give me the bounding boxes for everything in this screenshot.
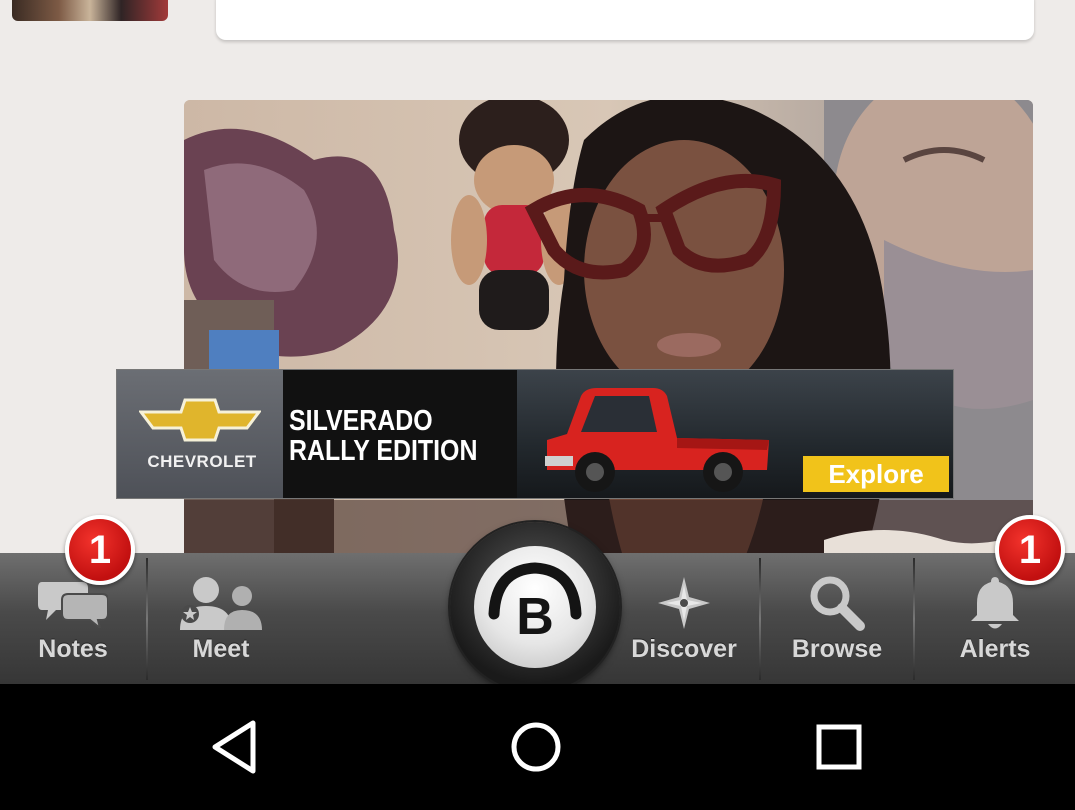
people-icon	[178, 575, 264, 631]
ad-headline: SILVERADO RALLY EDITION	[289, 406, 477, 466]
home-circle-icon[interactable]	[508, 718, 564, 776]
tab-alerts-label: Alerts	[959, 635, 1031, 663]
tab-discover[interactable]: Discover	[610, 553, 758, 684]
ad-headline-line1: SILVERADO	[289, 405, 433, 437]
chevrolet-ad-banner[interactable]: CHEVROLET SILVERADO RALLY EDITION Explor…	[116, 369, 954, 499]
tab-meet[interactable]: Meet	[148, 553, 294, 684]
compass-star-icon	[656, 575, 712, 631]
search-icon	[808, 575, 866, 631]
app-logo-glyph: B	[516, 588, 554, 646]
user-avatar[interactable]	[12, 0, 168, 21]
ad-explore-button[interactable]: Explore	[803, 456, 949, 492]
ad-brand-panel: CHEVROLET	[117, 370, 283, 498]
bell-icon	[969, 575, 1021, 631]
tab-discover-label: Discover	[631, 635, 737, 663]
tab-meet-label: Meet	[192, 635, 250, 663]
app-home-button[interactable]: B	[450, 522, 620, 692]
back-icon[interactable]	[207, 718, 263, 776]
system-navigation-bar	[0, 684, 1075, 810]
ad-brand-text: CHEVROLET	[147, 452, 257, 471]
post-card[interactable]	[216, 0, 1034, 40]
alerts-notification-badge: 1	[995, 515, 1065, 585]
red-pickup-truck-image	[545, 388, 769, 492]
tab-browse-label: Browse	[791, 635, 883, 663]
notes-notification-badge: 1	[65, 515, 135, 585]
app-logo-icon: B	[474, 546, 596, 668]
ad-headline-line2: RALLY EDITION	[289, 435, 478, 467]
tab-notes-label: Notes	[38, 635, 108, 663]
recents-square-icon[interactable]	[812, 718, 868, 776]
chevrolet-bowtie-icon	[139, 398, 261, 442]
tab-browse[interactable]: Browse	[761, 553, 913, 684]
